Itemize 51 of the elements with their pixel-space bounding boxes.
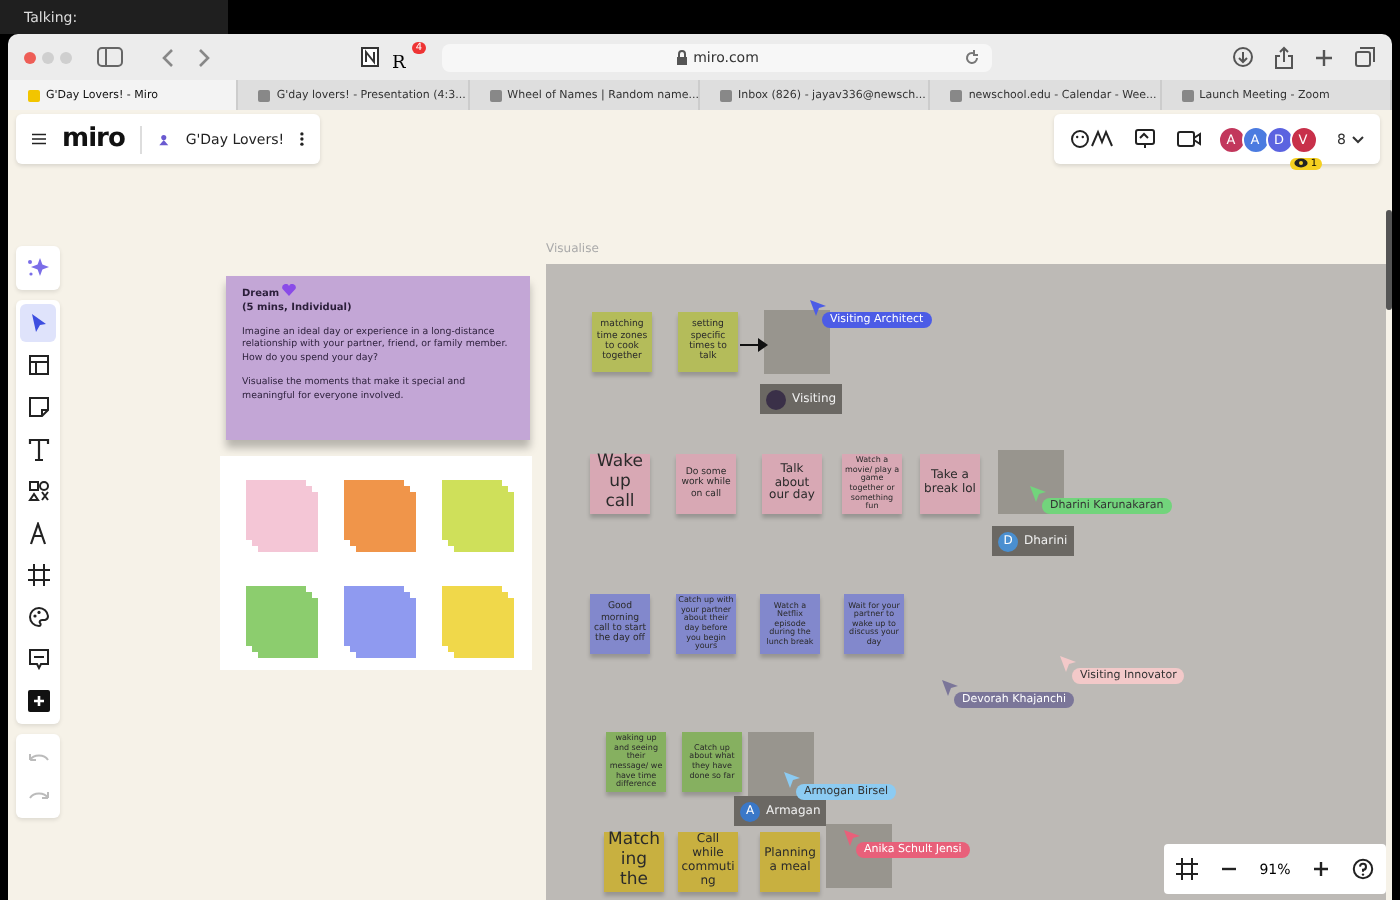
sticky-note-placeholder [764,310,830,374]
add-icon [27,690,49,712]
help-icon[interactable] [1352,858,1375,880]
board-icon [158,129,170,149]
tab-overview-icon[interactable] [1354,46,1376,68]
favicon-icon [719,89,732,101]
connector-arrow [740,338,768,352]
presentation-icon[interactable] [1133,128,1156,150]
forward-icon[interactable] [196,47,212,67]
layout-icon [27,354,49,376]
cursor-icon [1030,486,1046,502]
sticky-note[interactable]: Wake up call [590,454,650,514]
caret-icon [1352,135,1364,143]
pointer-icon [28,312,48,334]
favicon-icon [950,89,963,101]
sticky-note-icon [27,396,49,418]
lock-icon [675,49,688,65]
download-icon[interactable] [1232,46,1254,68]
shapes-icon [27,480,49,502]
cursor-icon [810,300,826,316]
sparkle-icon[interactable] [26,256,50,280]
menu-icon[interactable] [32,130,47,148]
video-call-icon[interactable] [1175,130,1202,148]
cursor-icon [1060,656,1076,672]
reload-icon[interactable] [964,49,980,65]
window-controls-icon[interactable] [24,51,72,63]
cursor-icon [844,830,860,846]
sticky-note[interactable]: Matching the [604,832,664,892]
favicon-icon [1181,89,1194,101]
select-tool[interactable] [20,304,56,342]
zoom-in-icon[interactable] [1312,860,1331,878]
fit-to-screen-icon[interactable] [1175,858,1198,880]
share-icon[interactable] [1274,45,1294,69]
favicon-icon [28,89,40,101]
palette-icon [27,606,49,628]
new-tab-icon[interactable] [1314,47,1334,67]
comment-icon [27,648,49,670]
cursor-icon [942,680,958,696]
text-icon [27,437,49,461]
back-icon[interactable] [160,47,176,67]
scrollbar[interactable] [1386,210,1392,310]
miro-logo[interactable]: miro [62,124,125,154]
sidebar-icon[interactable] [96,46,124,68]
reactions-icon[interactable] [1069,128,1114,150]
extension-letter-icon: R [392,53,406,73]
frame-icon [27,564,49,586]
pen-icon [28,521,48,545]
cursor-icon [784,772,800,788]
heart-icon [282,284,297,296]
favicon-icon [258,89,271,101]
favicon-icon [489,89,502,101]
